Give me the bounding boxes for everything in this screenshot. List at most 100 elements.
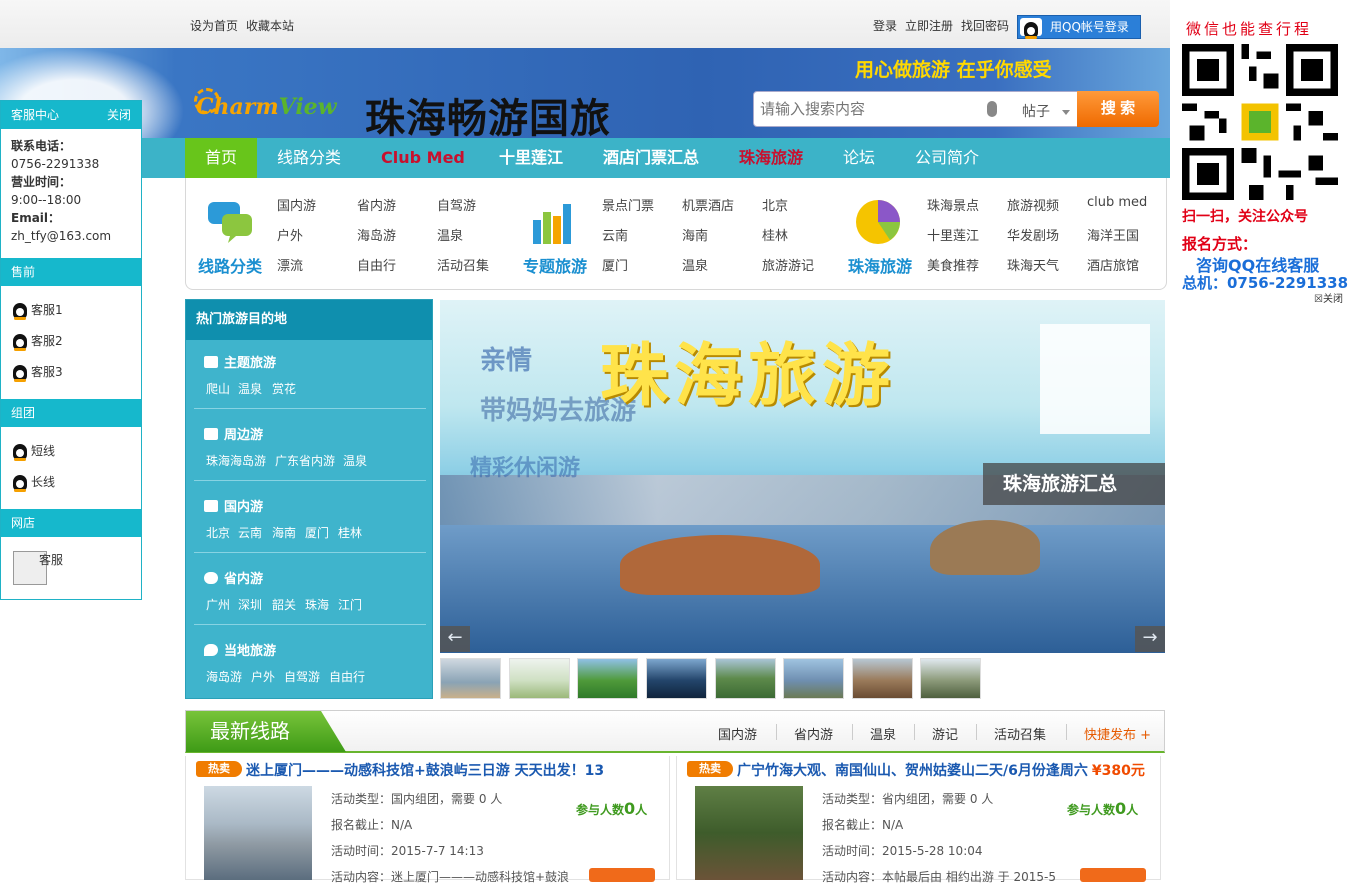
hot-link[interactable]: 江门 — [338, 596, 362, 613]
hot-link[interactable]: 温泉 — [343, 452, 367, 469]
nav-about[interactable]: 公司简介 — [915, 138, 979, 178]
route-photo[interactable] — [695, 786, 803, 880]
mega-link[interactable]: 海洋王国 — [1087, 225, 1139, 244]
tab-activity[interactable]: 活动召集 — [994, 724, 1046, 743]
mega-link[interactable]: 机票酒店 — [682, 195, 734, 214]
mega-link[interactable]: 桂林 — [762, 225, 788, 244]
banner-thumbnail[interactable] — [783, 658, 844, 699]
mega-link[interactable]: club med — [1087, 195, 1147, 210]
mega-link[interactable]: 华发剧场 — [1007, 225, 1059, 244]
tab-travelogue[interactable]: 游记 — [932, 724, 958, 743]
mega-link[interactable]: 自由行 — [357, 255, 396, 274]
mega-link[interactable]: 旅游游记 — [762, 255, 814, 274]
nav-club-med[interactable]: Club Med — [381, 138, 465, 178]
banner-thumbnail[interactable] — [440, 658, 501, 699]
hot-section-provincial[interactable]: 省内游 — [204, 568, 263, 587]
mega-group2-title[interactable]: 专题旅游 — [523, 253, 587, 277]
mega-link[interactable]: 海岛游 — [357, 225, 396, 244]
hot-link[interactable]: 韶关 — [272, 596, 296, 613]
set-home-link[interactable]: 设为首页 — [190, 17, 238, 34]
banner-caption[interactable]: 珠海旅游汇总 — [983, 463, 1165, 505]
banner-prev-button[interactable]: ← — [440, 626, 470, 652]
mega-link[interactable]: 珠海天气 — [1007, 255, 1059, 274]
mega-link[interactable]: 十里莲江 — [927, 225, 979, 244]
shop-service[interactable]: 客服 — [39, 551, 63, 568]
mega-link[interactable]: 珠海景点 — [927, 195, 979, 214]
group-short-service[interactable]: 短线 — [13, 442, 55, 461]
mega-link[interactable]: 旅游视频 — [1007, 195, 1059, 214]
mega-link[interactable]: 温泉 — [437, 225, 463, 244]
mega-link[interactable]: 云南 — [602, 225, 628, 244]
hot-link[interactable]: 海岛游 — [206, 668, 242, 685]
mega-link[interactable]: 省内游 — [357, 195, 396, 214]
hot-link[interactable]: 珠海海岛游 — [206, 452, 266, 469]
route-title[interactable]: 广宁竹海大观、南国仙山、贺州姑婆山二天/6月份逢周六 ¥380元 — [737, 760, 1145, 780]
banner-thumbnail[interactable] — [852, 658, 913, 699]
hot-link[interactable]: 桂林 — [338, 524, 362, 541]
logo-chinese[interactable]: 珠海畅游国旅 — [365, 86, 611, 144]
microphone-icon[interactable] — [987, 101, 997, 117]
mega-link[interactable]: 户外 — [277, 225, 303, 244]
logo-english[interactable]: CharmView — [196, 94, 337, 120]
presale-service-1[interactable]: 客服1 — [13, 301, 63, 320]
mega-link[interactable]: 活动召集 — [437, 255, 489, 274]
banner-next-button[interactable]: → — [1135, 626, 1165, 652]
hot-link[interactable]: 自驾游 — [284, 668, 320, 685]
mega-link[interactable]: 温泉 — [682, 255, 708, 274]
presale-service-2[interactable]: 客服2 — [13, 332, 63, 351]
qq-login-button[interactable]: 用QQ帐号登录 — [1017, 15, 1141, 39]
banner-thumbnail[interactable] — [577, 658, 638, 699]
hero-banner[interactable]: 亲情 带妈妈去旅游 精彩休闲游 珠海旅游 珠海旅游汇总 — [440, 300, 1165, 653]
tab-domestic[interactable]: 国内游 — [718, 724, 757, 743]
mega-link[interactable]: 国内游 — [277, 195, 316, 214]
mega-link[interactable]: 漂流 — [277, 255, 303, 274]
hot-link[interactable]: 海南 — [272, 524, 296, 541]
presale-service-3[interactable]: 客服3 — [13, 363, 63, 382]
banner-thumbnail[interactable] — [920, 658, 981, 699]
mega-link[interactable]: 美食推荐 — [927, 255, 979, 274]
nav-forum[interactable]: 论坛 — [843, 138, 875, 178]
qr-close-button[interactable]: ☒关闭 — [1314, 290, 1343, 305]
mega-link[interactable]: 厦门 — [602, 255, 628, 274]
quick-post-button[interactable]: 快捷发布 + — [1084, 724, 1151, 743]
hot-link[interactable]: 广州 — [206, 596, 230, 613]
hot-link[interactable]: 爬山 — [206, 380, 230, 397]
search-input[interactable] — [760, 98, 970, 120]
search-button[interactable]: 搜 索 — [1077, 91, 1159, 127]
banner-thumbnail[interactable] — [509, 658, 570, 699]
mega-link[interactable]: 海南 — [682, 225, 708, 244]
search-scope-select[interactable]: 帖子 — [1022, 101, 1070, 121]
banner-thumbnail[interactable] — [715, 658, 776, 699]
group-long-service[interactable]: 长线 — [13, 473, 55, 492]
bookmark-link[interactable]: 收藏本站 — [246, 17, 294, 34]
hot-link[interactable]: 北京 — [206, 524, 230, 541]
login-link[interactable]: 登录 — [873, 17, 897, 34]
hot-link[interactable]: 户外 — [251, 668, 275, 685]
sidebar-close-button[interactable]: 关闭 — [107, 101, 131, 129]
hot-link[interactable]: 广东省内游 — [275, 452, 335, 469]
hot-section-nearby[interactable]: 周边游 — [204, 424, 263, 443]
nav-home[interactable]: 首页 — [185, 138, 257, 178]
hot-link[interactable]: 云南 — [238, 524, 262, 541]
hot-section-local[interactable]: 当地旅游 — [204, 640, 276, 659]
find-password-link[interactable]: 找回密码 — [961, 17, 1009, 34]
banner-thumbnail[interactable] — [646, 658, 707, 699]
hot-link[interactable]: 赏花 — [272, 380, 296, 397]
nav-hotel-tickets[interactable]: 酒店门票汇总 — [603, 138, 699, 178]
nav-shili-lianjiang[interactable]: 十里莲江 — [499, 138, 563, 178]
route-photo[interactable] — [204, 786, 312, 880]
mega-link[interactable]: 景点门票 — [602, 195, 654, 214]
mega-group1-title[interactable]: 线路分类 — [198, 253, 262, 277]
hot-link[interactable]: 温泉 — [238, 380, 262, 397]
hot-link[interactable]: 自由行 — [329, 668, 365, 685]
hot-link[interactable]: 厦门 — [305, 524, 329, 541]
hot-link[interactable]: 深圳 — [238, 596, 262, 613]
hot-section-theme[interactable]: 主题旅游 — [204, 352, 276, 371]
tab-hot-spring[interactable]: 温泉 — [870, 724, 896, 743]
mega-link[interactable]: 北京 — [762, 195, 788, 214]
hot-section-domestic[interactable]: 国内游 — [204, 496, 263, 515]
mega-link[interactable]: 酒店旅馆 — [1087, 255, 1139, 274]
nav-zhuhai-travel[interactable]: 珠海旅游 — [739, 138, 803, 178]
register-link[interactable]: 立即注册 — [905, 17, 953, 34]
mega-group3-title[interactable]: 珠海旅游 — [848, 253, 912, 277]
